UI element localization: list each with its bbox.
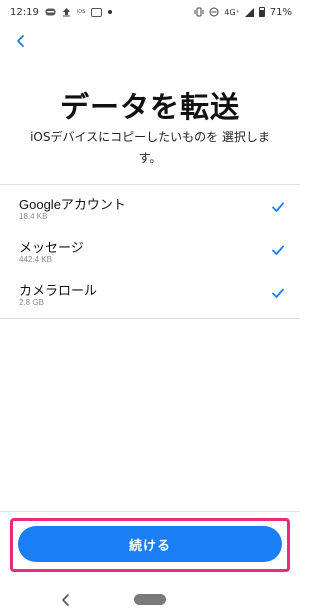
status-bar: 12:19 iOS 4G⁺ 71%: [0, 0, 300, 24]
item-size: 18.4 KB: [19, 212, 48, 221]
ios-app-icon: iOS: [76, 9, 86, 15]
back-button[interactable]: [10, 30, 32, 52]
status-time: 12:19: [10, 6, 39, 18]
list-item-google-account[interactable]: Googleアカウント 18.4 KB: [0, 190, 300, 232]
footer-divider: [0, 511, 300, 512]
do-not-disturb-icon: [209, 7, 219, 17]
continue-button[interactable]: 続ける: [18, 526, 282, 562]
item-name: メッセージ: [19, 240, 84, 255]
item-name: Googleアカウント: [19, 197, 126, 212]
checkmark-icon[interactable]: [270, 285, 286, 301]
status-right: 4G⁺ 71%: [194, 7, 292, 18]
navigation-bar: [0, 584, 300, 616]
list-item-messages[interactable]: メッセージ 442.4 KB: [0, 233, 300, 275]
item-size: 442.4 KB: [19, 255, 52, 264]
nav-back-icon[interactable]: [58, 592, 74, 608]
list-top-divider: [0, 184, 300, 185]
checkmark-icon[interactable]: [270, 242, 286, 258]
line-app-icon: [45, 8, 56, 17]
list-bottom-divider: [0, 318, 300, 319]
chevron-left-icon: [17, 35, 24, 47]
page-title: データを転送: [59, 90, 240, 124]
signal-icon: [244, 7, 254, 17]
battery-icon: [258, 7, 265, 17]
notification-dot-icon: [108, 10, 113, 14]
vibrate-icon: [194, 7, 204, 17]
item-name: カメラロール: [19, 283, 98, 298]
home-pill-button[interactable]: [134, 594, 166, 605]
status-left: 12:19 iOS: [10, 6, 113, 18]
calendar-icon: [91, 7, 103, 17]
list-item-camera-roll[interactable]: カメラロール 2.8 GB: [0, 276, 300, 318]
network-type: 4G⁺: [224, 7, 240, 17]
page-subtitle: iOSデバイスにコピーしたいものを 選択します。: [30, 130, 270, 165]
battery-percent: 71%: [269, 6, 292, 18]
item-size: 2.8 GB: [19, 298, 44, 307]
upload-icon: [62, 7, 71, 17]
checkmark-icon[interactable]: [270, 199, 286, 215]
